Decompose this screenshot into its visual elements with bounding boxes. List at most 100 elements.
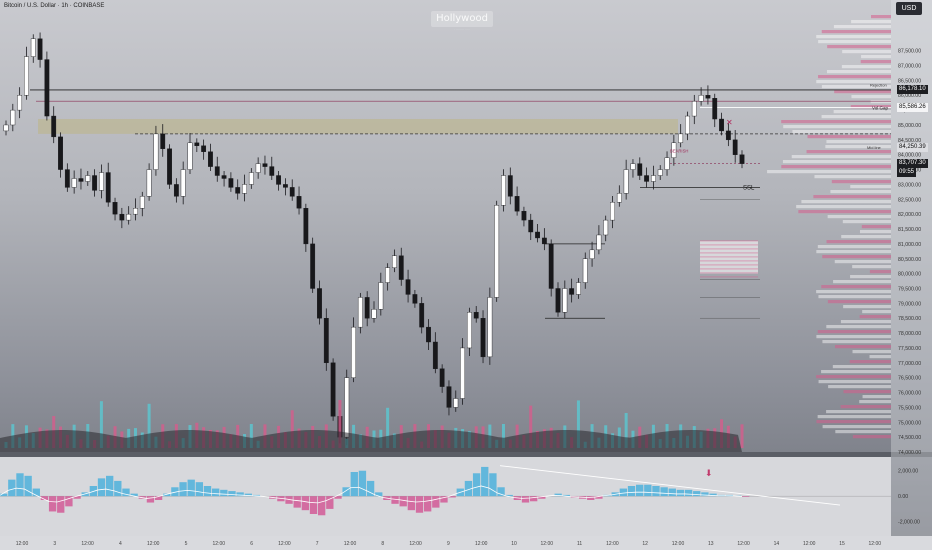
candle-body (432, 341, 438, 369)
candle-body (494, 205, 500, 298)
time-axis-label: 12:00 (16, 541, 29, 547)
volume-profile-bar (861, 55, 891, 59)
time-axis-label: 12:00 (213, 541, 226, 547)
volume-profile-bar (781, 120, 891, 124)
volume-profile-bar (830, 190, 891, 194)
time-axis-bg (0, 536, 932, 550)
volume-profile-bar (826, 240, 891, 244)
candle-body (426, 326, 431, 343)
candle-body (37, 38, 43, 60)
candle-body (160, 133, 166, 149)
oscillator-bar (220, 489, 228, 497)
candle-body (364, 297, 370, 319)
time-axis-label: 7 (316, 541, 319, 547)
volume-profile-bar (862, 310, 891, 314)
candle-body (623, 169, 629, 194)
candle-body (507, 175, 513, 197)
candle-body (24, 56, 29, 96)
bearish-label: BEARISH (670, 149, 688, 154)
candle-body (732, 139, 738, 155)
volume-profile-bar (821, 115, 891, 119)
oscillator-bar (407, 496, 416, 511)
osc-axis-label: 0.00 (898, 494, 908, 500)
candle-body (487, 297, 493, 358)
volume-profile-bar (834, 260, 891, 264)
candle-body (521, 210, 527, 221)
volume-profile-bar (801, 200, 891, 204)
candle-body (208, 151, 213, 167)
candle-body (187, 142, 193, 170)
volume-profile-bar (841, 235, 891, 239)
candle-body (535, 231, 540, 239)
candle-body (398, 255, 404, 280)
volume-profile-bar (869, 270, 891, 274)
candle-body (289, 187, 295, 197)
volume-profile-bar (792, 130, 891, 134)
volume-profile-bar (843, 390, 891, 394)
chart-canvas[interactable]: 87,500.0087,000.0086,500.0086,000.0085,5… (0, 0, 932, 550)
candle-body (405, 279, 411, 295)
time-axis-label: 4 (119, 541, 122, 547)
volume-profile-bar (816, 375, 891, 379)
volume-profile-bar (821, 30, 891, 34)
currency-button[interactable]: USD (896, 2, 922, 15)
price-tag: 84,250.39 (897, 142, 928, 152)
volume-profile-bar (859, 315, 891, 319)
time-axis-label: 3 (53, 541, 56, 547)
candle-body (678, 133, 684, 144)
oscillator-bar (16, 473, 24, 497)
candle-body (201, 145, 207, 152)
volume-profile-bar (842, 50, 891, 54)
candle-body (357, 297, 363, 328)
oscillator-bar (481, 466, 489, 497)
candle-body (228, 178, 234, 188)
price-axis-label: 79,500.00 (898, 286, 921, 292)
time-axis-label: 10 (511, 541, 517, 547)
candle-body (85, 175, 91, 182)
volume-profile-bar (861, 225, 891, 229)
volume-profile-bar (816, 35, 891, 39)
oscillator-bar (57, 496, 65, 513)
candle-body (541, 237, 547, 245)
volume-profile-bar (796, 205, 891, 209)
price-axis-label: 81,000.00 (898, 242, 921, 248)
time-axis-label: 12:00 (672, 541, 685, 547)
candle-body (317, 288, 322, 319)
price-axis-label: 85,000.00 (898, 123, 921, 129)
candle-body (30, 38, 36, 57)
oscillator-bar (212, 488, 220, 497)
countdown-tag: 09:55 (897, 167, 917, 177)
candle-body (235, 187, 241, 194)
candle-body (562, 288, 568, 313)
time-axis-label: 12:00 (475, 541, 488, 547)
oscillator-bar (587, 496, 595, 500)
price-tag: 83,707.30 (897, 158, 928, 168)
oscillator-bar (676, 489, 685, 497)
oscillator-bar (399, 496, 407, 507)
oscillator-bar (236, 492, 244, 497)
candle-body (630, 163, 636, 170)
oscillator-bar (668, 488, 676, 497)
volume-profile-bar (833, 280, 891, 284)
volume-bar (740, 424, 744, 448)
candle-body (644, 175, 649, 182)
price-axis-label: 80,000.00 (898, 272, 921, 278)
candle-body (616, 193, 622, 203)
volume-profile-bar (826, 140, 891, 144)
time-axis-label: 9 (447, 541, 450, 547)
volume-profile-bar (826, 70, 891, 74)
volume-profile-bar (833, 25, 891, 29)
price-axis-label: 74,000.00 (898, 450, 921, 456)
candle-body (725, 130, 731, 141)
candle-body (698, 95, 704, 102)
oscillator-bar (627, 486, 636, 497)
volume-profile-bar (852, 350, 891, 354)
volume-profile-bar (827, 215, 891, 219)
candle-body (685, 115, 690, 135)
price-axis-label: 82,000.00 (898, 212, 921, 218)
volume-profile-bar (822, 425, 891, 429)
volume-profile-bar (849, 360, 891, 364)
oscillator-bar (472, 473, 481, 497)
ssl-label: SSL (743, 185, 755, 191)
candle-body (412, 294, 418, 304)
